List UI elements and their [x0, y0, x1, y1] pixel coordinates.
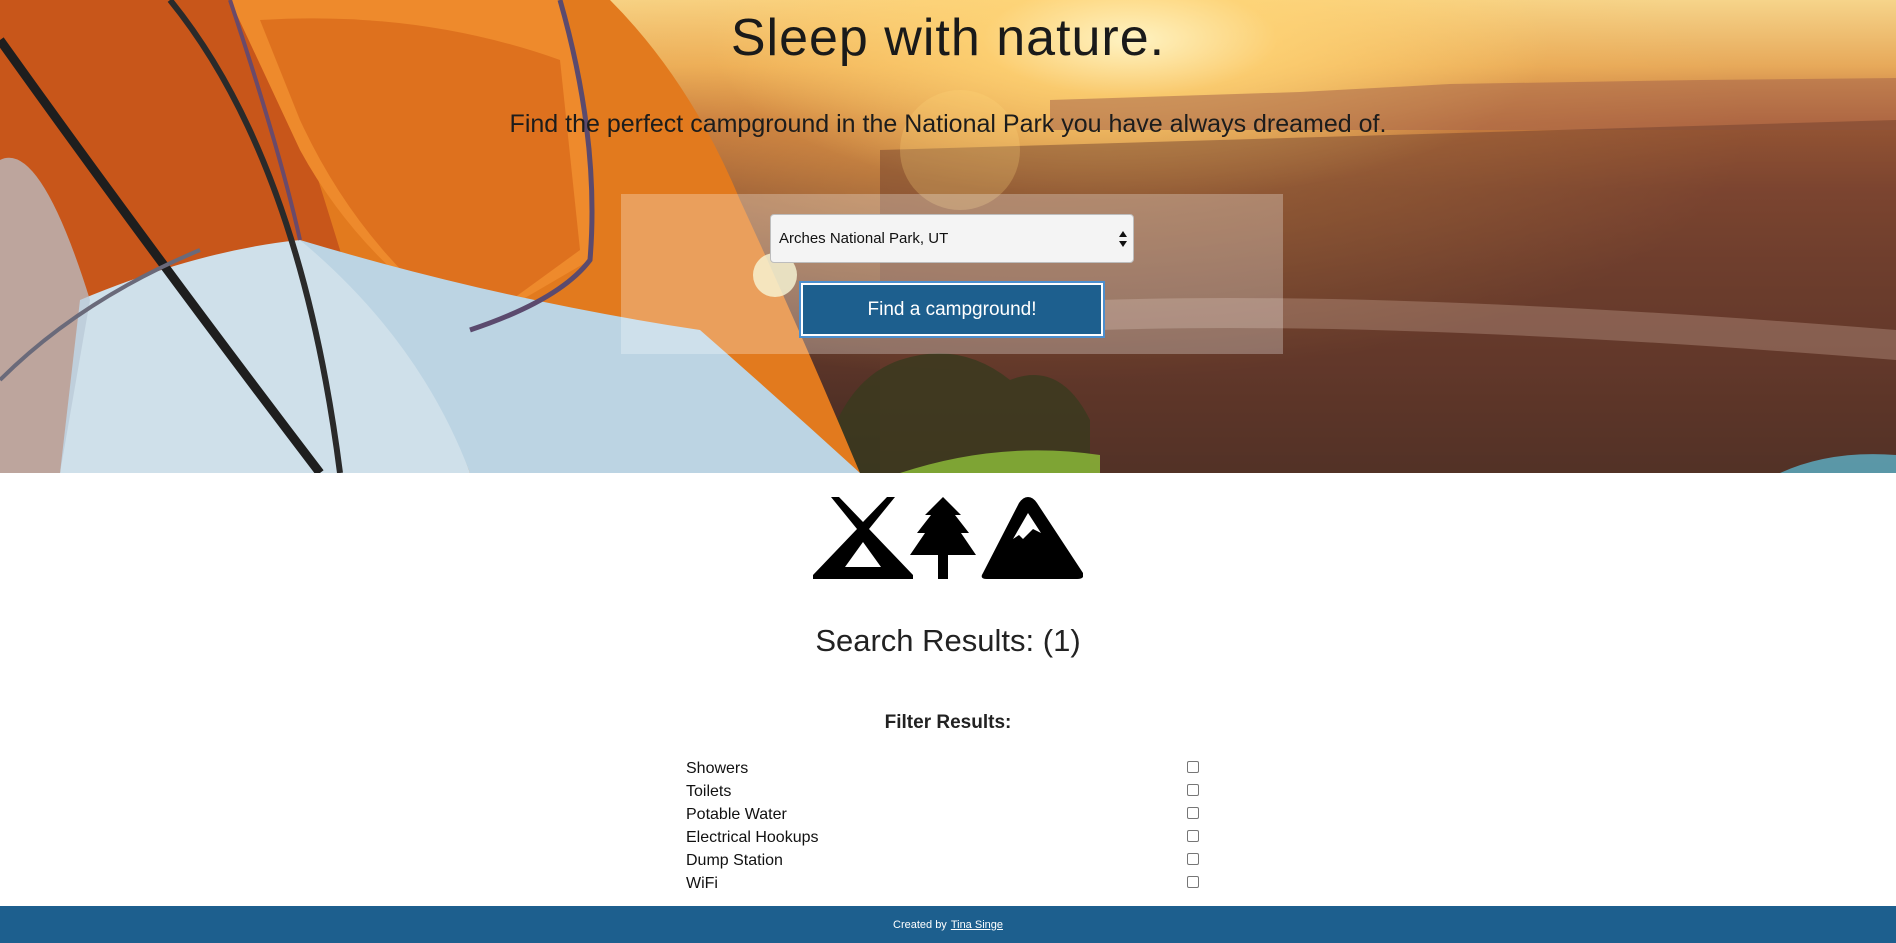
tree-icon [910, 497, 976, 579]
filter-label: Electrical Hookups [686, 829, 819, 846]
filter-list: Showers Toilets Potable Water Electrical… [686, 757, 1206, 895]
filter-item-showers: Showers [686, 757, 1206, 780]
hero-title: Sleep with nature. [730, 9, 1166, 67]
footer: Created by Tina Singe [0, 906, 1896, 943]
search-results-title: Search Results: (1) [815, 623, 1081, 658]
filter-checkbox-wifi[interactable] [1187, 876, 1199, 888]
filter-checkbox-showers[interactable] [1187, 761, 1199, 773]
filter-checkbox-toilets[interactable] [1187, 784, 1199, 796]
nature-icons [813, 497, 1083, 579]
park-select-value: Arches National Park, UT [779, 230, 949, 247]
tent-icon [813, 497, 913, 579]
filter-label: Potable Water [686, 806, 787, 823]
park-select[interactable]: Arches National Park, UT [770, 214, 1134, 263]
filter-item-dump-station: Dump Station [686, 849, 1206, 872]
filter-checkbox-electrical-hookups[interactable] [1187, 830, 1199, 842]
filter-label: Dump Station [686, 852, 783, 869]
filter-item-wifi: WiFi [686, 872, 1206, 895]
hero-subtitle: Find the perfect campground in the Natio… [509, 110, 1387, 138]
footer-author-link[interactable]: Tina Singe [951, 919, 1003, 931]
find-campground-button[interactable]: Find a campground! [799, 281, 1105, 338]
search-panel: Arches National Park, UT Find a campgrou… [621, 194, 1283, 354]
mountain-icon [981, 497, 1083, 579]
select-arrows-icon [1119, 231, 1127, 247]
filter-label: WiFi [686, 875, 718, 892]
filter-label: Toilets [686, 783, 732, 800]
filter-item-electrical-hookups: Electrical Hookups [686, 826, 1206, 849]
filter-checkbox-potable-water[interactable] [1187, 807, 1199, 819]
footer-credit-text: Created by [893, 918, 947, 931]
filter-item-toilets: Toilets [686, 780, 1206, 803]
filter-results-title: Filter Results: [884, 712, 1012, 733]
filter-item-potable-water: Potable Water [686, 803, 1206, 826]
filter-label: Showers [686, 760, 749, 777]
filter-checkbox-dump-station[interactable] [1187, 853, 1199, 865]
hero-section: Sleep with nature. Find the perfect camp… [0, 0, 1896, 473]
